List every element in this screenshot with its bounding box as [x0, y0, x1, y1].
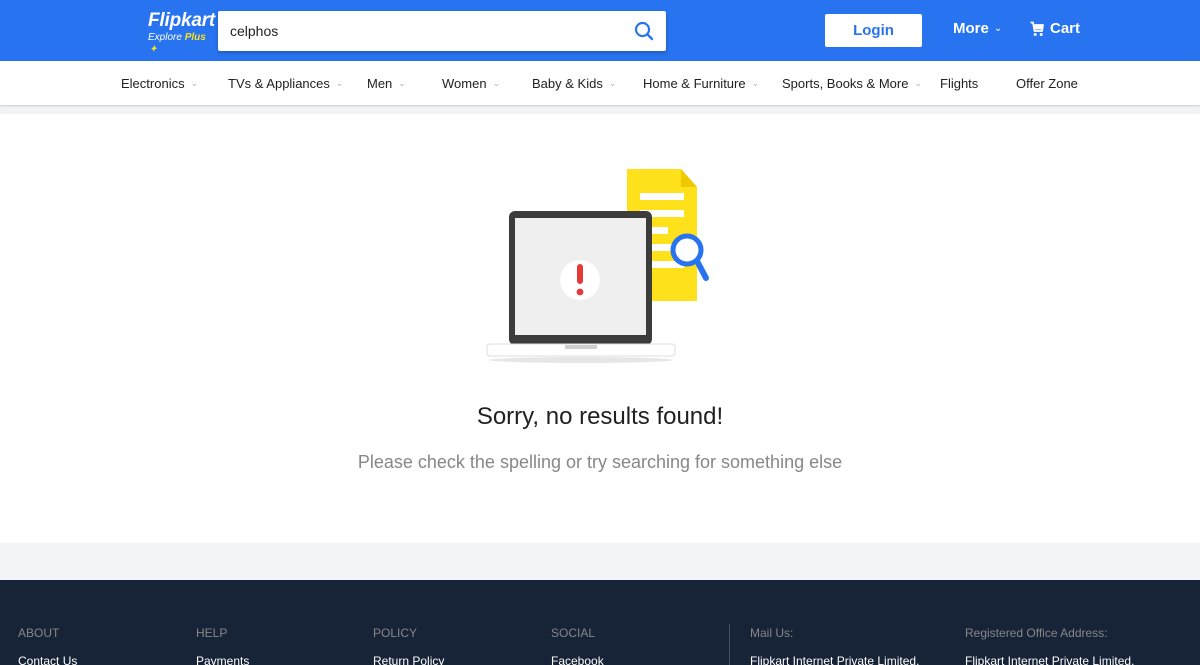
category-nav: Electronics ⌄ TVs & Appliances ⌄ Men ⌄ Wome…: [0, 61, 1200, 105]
chevron-down-icon: ⌄: [398, 77, 406, 88]
no-results-subtitle: Please check the spelling or try searchi…: [357, 452, 843, 472]
logo-tagline: Explore Plus ✦: [148, 32, 210, 56]
nav-item-offer-zone[interactable]: Offer Zone: [1016, 61, 1078, 105]
footer-address-line: Flipkart Internet Private Limited,: [965, 654, 1135, 665]
footer-link[interactable]: Return Policy: [373, 654, 444, 665]
footer-divider: [729, 624, 730, 665]
flipkart-logo[interactable]: Flipkart Explore Plus ✦: [148, 10, 216, 55]
nav-item-label: Offer Zone: [1016, 75, 1078, 91]
nav-item-label: Women: [442, 75, 487, 91]
footer-heading: HELP: [196, 626, 228, 640]
cart-icon: [1030, 21, 1044, 36]
nav-item-baby-kids[interactable]: Baby & Kids ⌄: [532, 61, 616, 105]
search-button[interactable]: [622, 11, 666, 51]
chevron-down-icon: ⌄: [335, 77, 344, 88]
nav-item-electronics[interactable]: Electronics ⌄: [121, 61, 198, 105]
footer-column-help: HELP Payments: [196, 626, 249, 665]
search-bar: [218, 11, 666, 51]
site-footer: ABOUT Contact Us HELP Payments POLICY Re…: [0, 580, 1200, 665]
plus-star-icon: ✦: [149, 44, 158, 55]
logo-tagline-prefix: Explore: [148, 32, 182, 43]
footer-link[interactable]: Payments: [196, 654, 249, 665]
cart-label: Cart: [1050, 20, 1081, 37]
nav-item-sports-books-more[interactable]: Sports, Books & More ⌄: [782, 61, 922, 105]
footer-column-about: ABOUT Contact Us: [18, 626, 77, 665]
footer-column-mail-us: Mail Us: Flipkart Internet Private Limit…: [750, 626, 919, 665]
search-input[interactable]: [218, 11, 618, 51]
cart-link[interactable]: Cart: [1030, 20, 1080, 37]
nav-item-label: Flights: [940, 75, 979, 91]
logo-tagline-highlight: Plus: [184, 32, 206, 43]
chevron-down-icon: ⌄: [914, 77, 922, 88]
nav-item-label: Sports, Books & More: [782, 75, 909, 91]
nav-item-men[interactable]: Men ⌄: [367, 61, 406, 105]
nav-item-label: Baby & Kids: [532, 75, 603, 91]
footer-heading: ABOUT: [18, 626, 60, 640]
search-icon: [634, 21, 654, 41]
footer-link[interactable]: Contact Us: [18, 654, 77, 665]
footer-heading: SOCIAL: [551, 626, 596, 640]
chevron-down-icon: ⌄: [993, 23, 1003, 34]
footer-link[interactable]: Facebook: [551, 654, 604, 665]
more-menu[interactable]: More ⌄: [953, 20, 1002, 37]
footer-column-social: SOCIAL Facebook: [551, 626, 604, 665]
footer-address-line: Flipkart Internet Private Limited,: [750, 654, 920, 665]
no-results-panel: Sorry, no results found! Please check th…: [0, 114, 1200, 543]
nav-item-flights[interactable]: Flights: [940, 61, 978, 105]
chevron-down-icon: ⌄: [492, 77, 501, 88]
footer-heading: Mail Us:: [750, 626, 794, 640]
nav-item-label: Men: [367, 75, 393, 91]
footer-heading: POLICY: [373, 626, 418, 640]
nav-item-label: Home & Furniture: [643, 75, 746, 91]
footer-column-registered-office: Registered Office Address: Flipkart Inte…: [965, 626, 1134, 665]
nav-item-women[interactable]: Women ⌄: [442, 61, 500, 105]
logo-brand: Flipkart: [148, 10, 216, 31]
nav-item-label: TVs & Appliances: [228, 75, 330, 91]
chevron-down-icon: ⌄: [608, 77, 617, 88]
top-header: Flipkart Explore Plus ✦ Login More ⌄ Cart: [0, 0, 1200, 61]
chevron-down-icon: ⌄: [751, 77, 760, 88]
nav-item-home-furniture[interactable]: Home & Furniture ⌄: [643, 61, 759, 105]
more-label: More: [953, 20, 989, 37]
nav-item-tvs-appliances[interactable]: TVs & Appliances ⌄: [228, 61, 343, 105]
login-button[interactable]: Login: [825, 14, 922, 47]
chevron-down-icon: ⌄: [190, 77, 199, 88]
no-results-title: Sorry, no results found!: [476, 403, 724, 430]
footer-heading: Registered Office Address:: [965, 626, 1108, 640]
alert-icon: [560, 260, 600, 300]
no-results-illustration: [486, 169, 709, 363]
nav-item-label: Electronics: [121, 75, 185, 91]
footer-column-policy: POLICY Return Policy: [373, 626, 444, 665]
